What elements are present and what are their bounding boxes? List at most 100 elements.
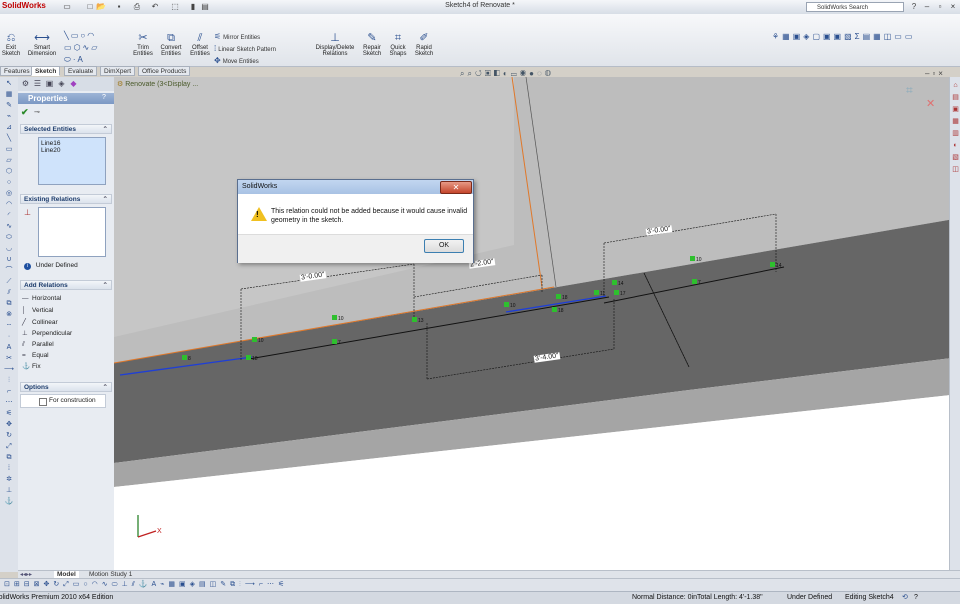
relation-tag[interactable]: 14 [612,280,624,287]
file-explorer-icon[interactable]: ▣ [951,105,960,114]
viewport-window-controls[interactable]: –▫× [925,69,946,78]
existing-relations-list[interactable] [38,207,106,257]
for-construction-checkbox[interactable] [39,398,47,406]
slot-icon[interactable]: ▭ [64,43,72,52]
relation-tag[interactable]: 10 [252,337,264,344]
mirror-entities-button[interactable]: ⚟ Mirror Entities [214,32,260,41]
line-icon[interactable]: ╲ [64,31,69,40]
rectangle-icon[interactable]: ▭ [71,31,79,40]
circular-pattern-icon[interactable]: ✲ [3,475,15,484]
pm-help-icon[interactable]: ? [102,94,106,101]
plane-icon[interactable]: ▱ [91,43,97,52]
close-window-button[interactable]: × [947,1,959,12]
chamfer-icon[interactable]: ⟋ [3,277,15,286]
ok-button[interactable]: OK [424,239,464,253]
smart-dimension-button[interactable]: ⟷ Smart Dimension [24,32,60,57]
restore-button[interactable]: ▫ [934,1,946,12]
resources-icon[interactable]: ⌂ [951,81,960,90]
right-toolbar-icons[interactable]: ⚘▦▣◈▢▣▣▧Σ▤▦◫▭▭ [772,32,915,41]
tangent-arc-icon[interactable]: ◜ [3,211,15,220]
property-manager-tab-icon[interactable]: ☰ [32,79,43,89]
sketch-tools-row-1[interactable]: ╲ ▭ ○ ◠ [64,31,96,40]
text-icon[interactable]: A [78,55,83,64]
text-tool-icon[interactable]: A [3,343,15,352]
relation-tag[interactable]: 18 [552,307,564,314]
relation-tag[interactable]: 18 [556,294,568,301]
graphics-area[interactable]: X ⚙ Renovate (3<Display ... 3'-0.00" 2'-… [114,77,960,571]
3d-sketch-icon[interactable]: ⊿ [3,123,15,132]
view-palette-icon[interactable]: ▥ [951,129,960,138]
sketch-tools-row-2[interactable]: ▭ ⬡ ∿ ▱ [64,43,99,52]
split-icon[interactable]: ⫶ [3,376,15,385]
repair-sketch-button[interactable]: ✎ Repair Sketch [360,32,384,57]
tab-sketch[interactable]: Sketch [31,66,61,76]
trim-tool-icon[interactable]: ✂ [3,354,15,363]
perimeter-circle-icon[interactable]: ◎ [3,189,15,198]
confirmation-corner-icon[interactable]: ⌗ [906,83,913,98]
circle-tool-icon[interactable]: ○ [3,178,15,187]
search-input[interactable]: SolidWorks Search [806,2,904,12]
mirror-tool-icon[interactable]: ⚟ [3,409,15,418]
sketch-canvas[interactable]: X [114,77,960,571]
feature-tree-tab-icon[interactable]: ⚙ [20,79,31,89]
move-tool-icon[interactable]: ✥ [3,420,15,429]
dialog-close-button[interactable]: ✕ [440,181,472,194]
select-tool-icon[interactable]: ↖ [3,79,15,88]
relation-tag[interactable]: 7 [332,339,341,346]
relation-tag[interactable]: 18 [246,355,258,362]
relation-tag[interactable]: 10 [504,302,516,309]
polygon-tool-icon[interactable]: ⬡ [3,167,15,176]
trim-entities-button[interactable]: ✂ Trim Entities [130,32,156,57]
sketch-tools-row-3[interactable]: ⬭ · A [64,55,85,65]
relation-tag[interactable]: 10 [332,315,344,322]
relations-tool-icon[interactable]: ⊥ [3,486,15,495]
scale-icon[interactable]: ⤢ [3,442,15,451]
design-library-icon[interactable]: ▤ [951,93,960,102]
parallelogram-icon[interactable]: ▱ [3,156,15,165]
centerline-icon[interactable]: ┄ [3,321,15,330]
tab-dimxpert[interactable]: DimXpert [100,66,136,76]
rapid-icon[interactable]: ⌁ [3,112,15,121]
relation-perpendicular[interactable]: ⊥ Perpendicular [22,328,72,339]
ok-check-icon[interactable]: ✔ [21,107,29,118]
list-item[interactable]: Line20 [41,147,103,154]
arc-icon[interactable]: ◠ [87,31,94,40]
linear-sketch-pattern-button[interactable]: ⁞ Linear Sketch Pattern [214,44,276,53]
tab-features[interactable]: Features [0,66,34,76]
list-item[interactable]: Line16 [41,140,103,147]
search-results-icon[interactable]: ▦ [951,117,960,126]
construction-icon[interactable]: ⋯ [3,398,15,407]
fix-icon[interactable]: ⚓ [3,497,15,506]
parabola-icon[interactable]: ∪ [3,255,15,264]
ellipse-tool-icon[interactable]: ⬭ [3,233,15,242]
circle-icon[interactable]: ○ [80,31,85,40]
relation-fix[interactable]: ⚓ Fix [22,361,41,372]
relation-horizontal[interactable]: ― Horizontal [22,293,61,304]
sketch-icon[interactable]: ✎ [3,101,15,110]
cancel-sketch-icon[interactable]: ✕ [926,97,935,110]
copy-icon[interactable]: ⧉ [3,453,15,462]
line-tool-icon[interactable]: ╲ [3,134,15,143]
minimize-button[interactable]: – [921,1,933,12]
dimxpert-tab-icon[interactable]: ◈ [56,79,67,89]
options-header[interactable]: Options ⌃ [20,382,112,392]
help-icon[interactable]: ? [909,2,919,12]
forum-icon[interactable]: ◫ [951,165,960,174]
fillet-icon[interactable]: ⌒ [3,266,15,275]
add-relations-header[interactable]: Add Relations ⌃ [20,280,112,290]
rebuild-status-icon[interactable]: ⟲ [902,592,908,604]
partial-ellipse-icon[interactable]: ◡ [3,244,15,253]
display-manager-tab-icon[interactable]: ◆ [68,79,79,89]
display-delete-relations-button[interactable]: ⊥ Display/Delete Relations [311,32,359,57]
exit-sketch-button[interactable]: ⎌ Exit Sketch [1,32,21,57]
rapid-sketch-button[interactable]: ✐ Rapid Sketch [412,32,436,57]
relation-parallel[interactable]: ⫽ Parallel [22,339,54,350]
appearances-icon[interactable]: ◐ [951,141,960,150]
configuration-manager-tab-icon[interactable]: ▣ [44,79,55,89]
custom-properties-icon[interactable]: ▧ [951,153,960,162]
tab-office-products[interactable]: Office Products [138,66,191,76]
relation-equal[interactable]: = Equal [22,350,49,361]
relation-tag[interactable]: 17 [614,290,626,297]
offset-entities-button[interactable]: ⫽ Offset Entities [187,32,213,57]
bottom-toolbar-icons[interactable]: ⊡⊞⊟⊠✥↻⤢▭○◠∿⬭⊥⫽⚓A⌁▦▣◈▤◫✎⧉⫶⟶⌐⋯⚟ [4,580,288,590]
